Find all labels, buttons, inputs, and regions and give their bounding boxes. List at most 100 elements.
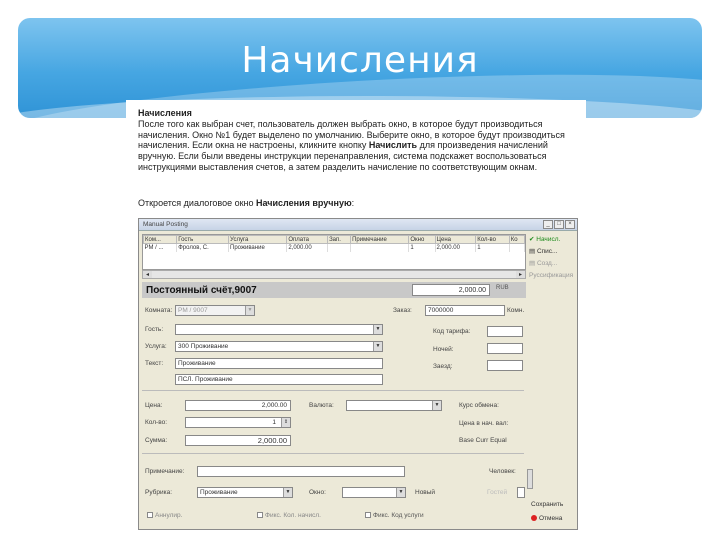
guest-label: Гость:: [145, 326, 164, 333]
grid-cell: 2,000.00: [286, 243, 329, 252]
table-row[interactable]: PM / ... Фролов, С. Проживание 2,000.00 1 2,0…: [143, 243, 526, 252]
chevron-down-icon[interactable]: ▼: [432, 401, 441, 410]
order-label: Заказ:: [393, 307, 412, 314]
account-balance: 2,000.00: [412, 284, 490, 296]
window-select[interactable]: ▼: [342, 487, 406, 498]
grid-cell: Проживание: [228, 243, 288, 252]
text-field-2[interactable]: ПСЛ. Проживание: [175, 374, 383, 385]
fixed-code-checkbox-label: Фикс. Код услуги: [373, 512, 424, 519]
divider: [142, 453, 524, 454]
cancel-button[interactable]: Отмена: [531, 515, 562, 522]
create-button-label: Созд...: [536, 260, 558, 267]
sum-field[interactable]: 2,000.00: [185, 435, 291, 446]
window-label: Окно:: [309, 489, 326, 496]
nights-field[interactable]: [487, 343, 523, 354]
account-field[interactable]: PM / 9007 ▼: [175, 305, 255, 316]
room-label: Комн.: [507, 307, 525, 314]
list-button-label: Спис...: [536, 248, 558, 255]
chevron-down-icon[interactable]: ▼: [373, 325, 382, 334]
note-field[interactable]: [197, 466, 405, 477]
category-select[interactable]: Проживание ▼: [197, 487, 293, 498]
checkbox-box[interactable]: [257, 512, 263, 519]
content-panel: Начисления После того как выбран счет, п…: [126, 100, 586, 530]
grid-column-header[interactable]: Окно: [408, 235, 436, 244]
price-field[interactable]: 2,000.00: [185, 400, 291, 411]
post-button[interactable]: ✔ Начисл.: [529, 234, 577, 246]
rate-label: Курс обмена:: [459, 402, 499, 409]
checkbox-box[interactable]: [365, 512, 371, 519]
postings-table: Ком... Гость Услуга Оплата Зап. Примечание Окн…: [142, 235, 526, 252]
list-button[interactable]: ▤ Спис...: [529, 246, 577, 258]
account-label: Комната:: [145, 307, 173, 314]
manual-posting-window: Manual Posting _ □ × Ком... Гость Услуга Оп…: [138, 218, 578, 530]
cancel-button-label: Отмена: [539, 515, 563, 522]
grid-column-header[interactable]: Примечание: [350, 235, 410, 244]
scroll-left-icon[interactable]: ◂: [143, 271, 152, 278]
qty-stepper[interactable]: 1 ⇕: [185, 417, 291, 428]
void-checkbox[interactable]: Аннулир.: [147, 512, 182, 519]
grid-column-header[interactable]: Цена: [434, 235, 477, 244]
cancel-icon: [531, 515, 537, 522]
account-title: Постоянный счёт,9007: [146, 284, 257, 296]
category-value: Проживание: [200, 489, 238, 496]
doc-paragraph: После того как выбран счет, пользователь…: [138, 119, 578, 173]
grid-column-header[interactable]: Кол-во: [475, 235, 510, 244]
price-label: Цена:: [145, 402, 163, 409]
window-title: Manual Posting: [143, 221, 188, 228]
note-label: Примечание:: [145, 468, 185, 475]
fixed-code-checkbox[interactable]: Фикс. Код услуги: [365, 512, 424, 519]
grid-column-header[interactable]: Услуга: [228, 235, 288, 244]
vertical-scrollbar[interactable]: [527, 469, 533, 489]
divider: [142, 390, 524, 391]
grid-header-row: Ком... Гость Услуга Оплата Зап. Примечание Окн…: [142, 235, 526, 244]
grid-cell: PM / ...: [143, 243, 178, 252]
save-button[interactable]: Сохранить: [531, 501, 563, 508]
text-field-1[interactable]: Проживание: [175, 358, 383, 369]
grid-cell: 2,000.00: [435, 243, 477, 252]
grid-column-header[interactable]: Оплата: [286, 235, 329, 244]
stepper-icon[interactable]: ⇕: [281, 418, 290, 427]
service-select[interactable]: 300 Проживание ▼: [175, 341, 383, 352]
account-currency: RUB: [496, 285, 509, 291]
grid-column-header[interactable]: Ко: [508, 235, 526, 244]
horizontal-scrollbar[interactable]: ◂ ▸: [142, 270, 526, 279]
slide-title: Начисления: [241, 40, 479, 81]
scroll-right-icon[interactable]: ▸: [516, 271, 525, 278]
close-button[interactable]: ×: [565, 220, 575, 229]
order-field-value: 7000000: [428, 307, 454, 314]
order-field[interactable]: 7000000: [425, 305, 505, 316]
chevron-down-icon[interactable]: ▼: [283, 488, 292, 497]
stay-field[interactable]: [487, 360, 523, 371]
text-value-1: Проживание: [178, 360, 216, 367]
grid-column-header[interactable]: Ком...: [142, 235, 178, 244]
fixed-qty-checkbox-label: Фикс. Кол. начисл.: [265, 512, 321, 519]
guests-field[interactable]: [517, 487, 525, 498]
edit-button[interactable]: Руссификация: [529, 270, 577, 282]
checkbox-box[interactable]: [147, 512, 153, 519]
minimize-button[interactable]: _: [543, 220, 553, 229]
sum-value: 2,000.00: [257, 436, 287, 445]
grid-column-header[interactable]: Зап.: [327, 235, 352, 244]
price-value: 2,000.00: [261, 402, 287, 409]
maximize-button[interactable]: □: [554, 220, 564, 229]
post-button-label: Начисл.: [536, 236, 561, 243]
postings-grid[interactable]: Ком... Гость Услуга Оплата Зап. Примечание Окн…: [142, 234, 526, 270]
chevron-down-icon[interactable]: ▼: [373, 342, 382, 351]
chevron-down-icon[interactable]: ▼: [245, 306, 254, 315]
doc-text: Начисления После того как выбран счет, п…: [138, 108, 578, 173]
fixed-qty-checkbox[interactable]: Фикс. Кол. начисл.: [257, 512, 321, 519]
slide: Начисления Начисления После того как выб…: [0, 0, 720, 540]
tariff-code-field[interactable]: [487, 326, 523, 337]
text-label: Текст:: [145, 360, 164, 367]
currency-select[interactable]: ▼: [346, 400, 442, 411]
guest-select[interactable]: ▼: [175, 324, 383, 335]
base-price-label: Base Curr Equal: [459, 437, 507, 444]
grid-column-header[interactable]: Гость: [176, 235, 230, 244]
chevron-down-icon[interactable]: ▼: [396, 488, 405, 497]
doc-bold-button: Начислить: [368, 140, 418, 151]
guests-label: Гостей: [487, 489, 508, 496]
create-button[interactable]: ▤ Созд...: [529, 258, 577, 270]
side-actions: ✔ Начисл. ▤ Спис... ▤ Созд... Руссификац…: [529, 234, 577, 282]
account-header: Постоянный счёт,9007 2,000.00 RUB: [142, 282, 526, 298]
price-home-label: Цена в нач. вал:: [459, 420, 509, 427]
